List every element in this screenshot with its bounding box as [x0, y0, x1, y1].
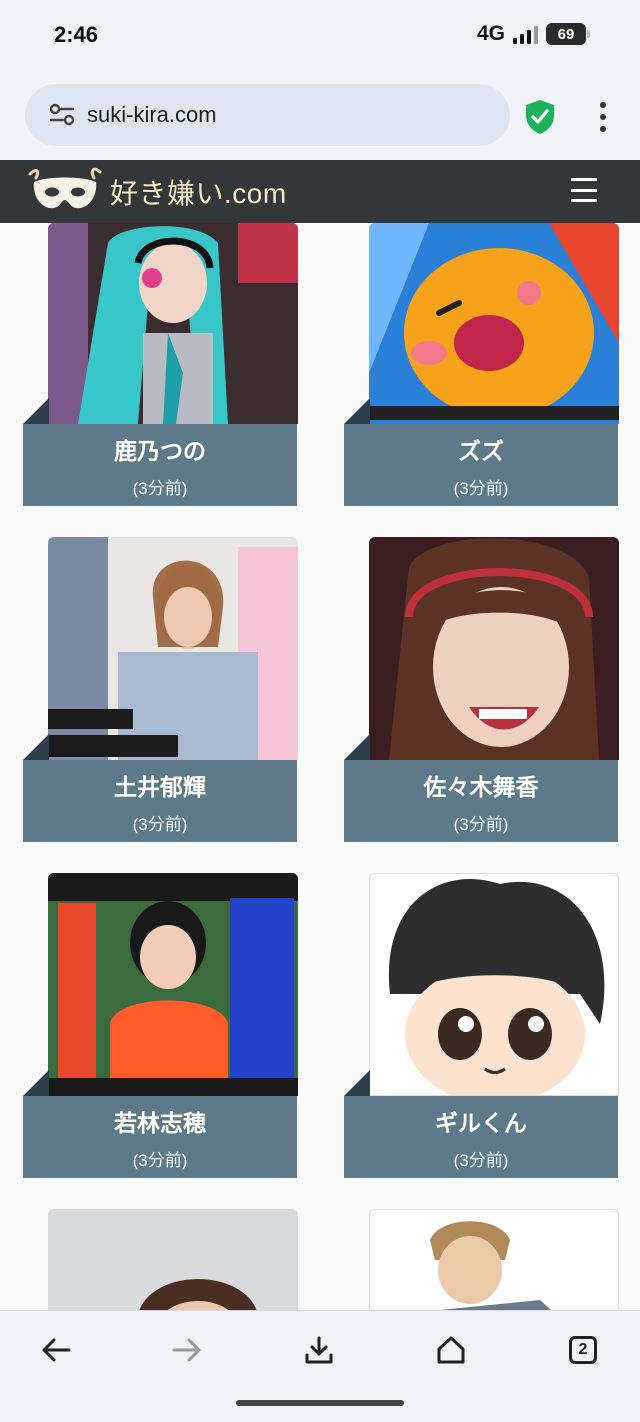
person-card[interactable]	[344, 1208, 620, 1310]
home-icon[interactable]	[427, 1329, 475, 1371]
address-bar[interactable]: suki-kira.com	[25, 84, 510, 146]
signal-icon	[513, 24, 538, 44]
updated-time: (3分前)	[453, 1151, 509, 1170]
person-thumbnail[interactable]	[369, 1209, 619, 1310]
person-card[interactable]	[23, 1208, 299, 1310]
card-corner	[23, 1070, 49, 1096]
person-name[interactable]: 土井郁輝	[23, 768, 297, 802]
shield-check-icon[interactable]	[524, 99, 556, 135]
person-card[interactable]: 鹿乃つの (3分前)	[23, 223, 299, 506]
card-corner	[344, 398, 370, 424]
site-title[interactable]: 好き嫌い.com	[110, 172, 287, 212]
url-text[interactable]: suki-kira.com	[87, 102, 217, 128]
card-label[interactable]: ギルくん (3分前)	[344, 1096, 618, 1178]
download-icon[interactable]	[295, 1329, 343, 1371]
person-name[interactable]: 鹿乃つの	[23, 432, 297, 466]
card-label[interactable]: 佐々木舞香 (3分前)	[344, 760, 618, 842]
person-name[interactable]: ズズ	[344, 432, 618, 466]
card-corner	[23, 398, 49, 424]
site-header: 好き嫌い.com	[0, 160, 640, 223]
network-type: 4G	[476, 22, 505, 45]
hamburger-menu-icon[interactable]	[571, 178, 597, 202]
person-thumbnail[interactable]	[48, 1209, 298, 1310]
person-thumbnail[interactable]	[369, 223, 619, 424]
status-time: 2:46	[54, 22, 99, 47]
tune-icon[interactable]	[49, 103, 75, 127]
updated-time: (3分前)	[132, 815, 188, 834]
tab-switcher-icon[interactable]: 2	[559, 1329, 607, 1371]
person-grid: 鹿乃つの (3分前) ズズ (3分前) 土井郁輝 (3分前) 佐々木舞香 (3分…	[0, 223, 640, 1310]
updated-time: (3分前)	[453, 479, 509, 498]
arrow-right-icon[interactable]	[163, 1329, 211, 1371]
updated-time: (3分前)	[132, 479, 188, 498]
mask-logo-icon[interactable]	[26, 166, 104, 216]
person-thumbnail[interactable]	[369, 873, 619, 1096]
status-bar: 2:46 4G 69	[0, 0, 640, 72]
person-card[interactable]: 佐々木舞香 (3分前)	[344, 536, 620, 842]
browser-toolbar: suki-kira.com	[0, 72, 640, 160]
updated-time: (3分前)	[132, 1151, 188, 1170]
card-corner	[344, 734, 370, 760]
card-label[interactable]: 鹿乃つの (3分前)	[23, 424, 297, 506]
arrow-left-icon[interactable]	[32, 1329, 80, 1371]
person-name[interactable]: 若林志穂	[23, 1104, 297, 1138]
gesture-bar[interactable]	[236, 1400, 404, 1406]
card-corner	[23, 734, 49, 760]
card-label[interactable]: 土井郁輝 (3分前)	[23, 760, 297, 842]
card-label[interactable]: 若林志穂 (3分前)	[23, 1096, 297, 1178]
more-vert-icon[interactable]	[588, 98, 618, 136]
tab-count[interactable]: 2	[569, 1336, 597, 1364]
card-label[interactable]: ズズ (3分前)	[344, 424, 618, 506]
person-card[interactable]: ギルくん (3分前)	[344, 872, 620, 1178]
person-card[interactable]: ズズ (3分前)	[344, 223, 620, 506]
person-name[interactable]: 佐々木舞香	[344, 768, 618, 802]
updated-time: (3分前)	[453, 815, 509, 834]
person-thumbnail[interactable]	[48, 873, 298, 1096]
battery-level: 69	[557, 25, 575, 43]
battery-icon: 69	[546, 23, 590, 45]
person-card[interactable]: 若林志穂 (3分前)	[23, 872, 299, 1178]
person-thumbnail[interactable]	[48, 537, 298, 760]
person-name[interactable]: ギルくん	[344, 1104, 618, 1138]
person-thumbnail[interactable]	[369, 537, 619, 760]
person-card[interactable]: 土井郁輝 (3分前)	[23, 536, 299, 842]
card-corner	[344, 1070, 370, 1096]
status-indicators: 4G 69	[476, 22, 590, 46]
person-thumbnail[interactable]	[48, 223, 298, 424]
